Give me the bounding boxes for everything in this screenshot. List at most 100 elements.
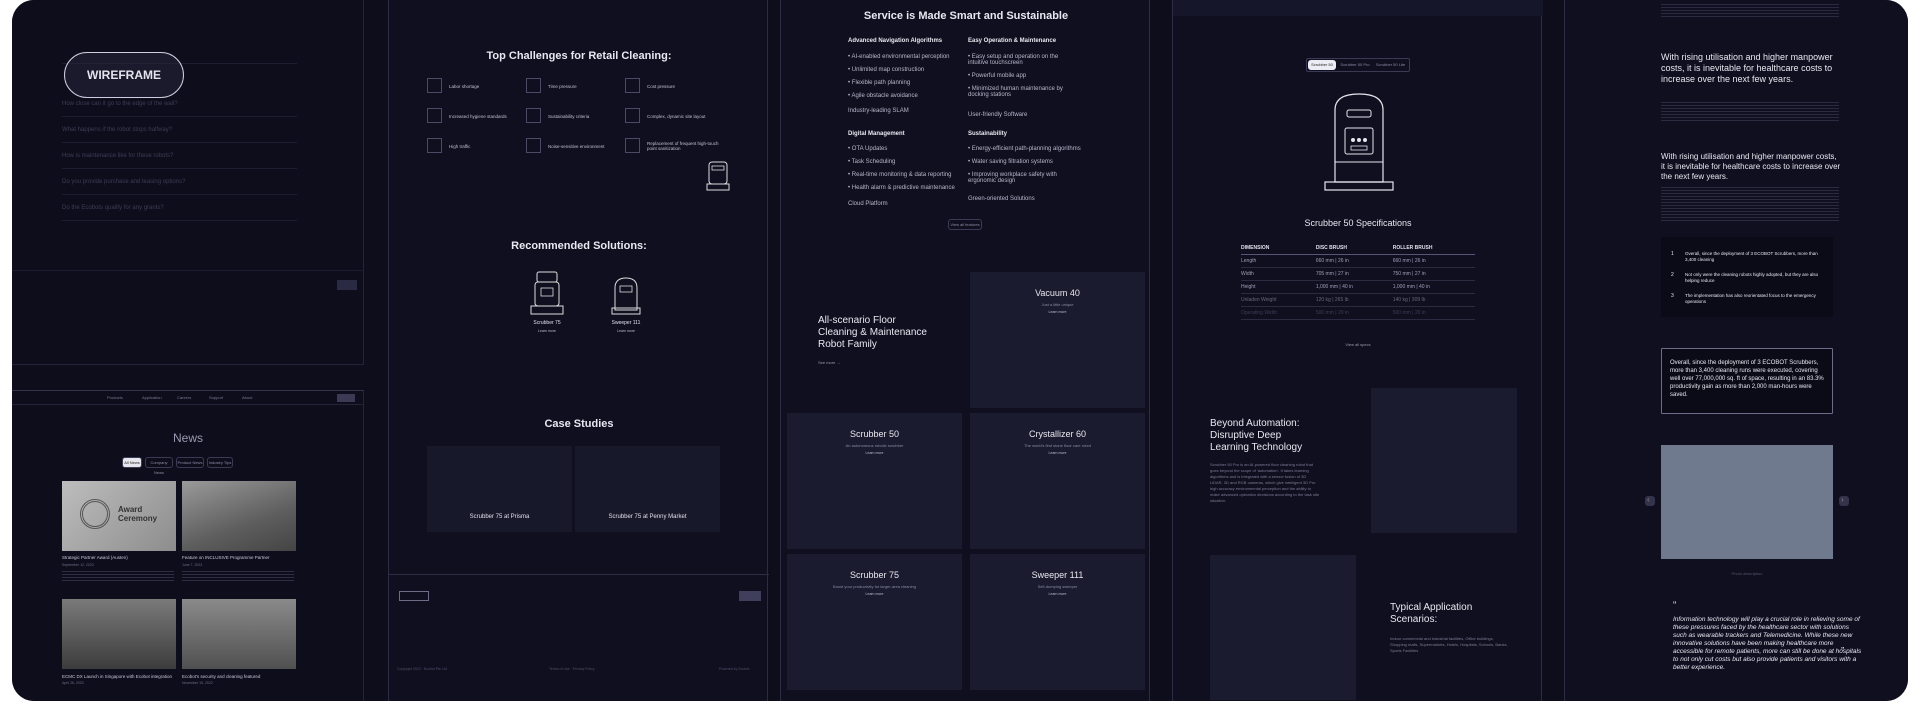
product-card-sweeper-111[interactable]: Sweeper 111 Self-dumping sweeper Learn m… [970, 554, 1145, 690]
faq-news-panel: How close can it go to the edge of the w… [12, 0, 364, 701]
challenge-icon [625, 108, 640, 123]
news-image-ecmc[interactable] [62, 599, 176, 669]
product-link[interactable]: Learn more [787, 592, 962, 596]
challenge-label: Noise-sensitive environment [548, 144, 605, 149]
filter-company-news[interactable]: Company News [145, 457, 173, 475]
tab-scrubber-50-lite[interactable]: Scrubber 50 Lite [1373, 60, 1408, 70]
news-image-security[interactable] [182, 599, 296, 669]
service-panel: Service is Made Smart and Sustainable Ad… [780, 0, 1150, 701]
solution-link[interactable]: Learn more [521, 329, 573, 333]
product-name: Scrubber 50 [849, 429, 900, 439]
spec-cell: Height [1241, 280, 1316, 294]
case-study-card[interactable]: Scrubber 75 at Penny Market [575, 446, 720, 532]
family-title: All-scenario Floor Cleaning & Maintenanc… [818, 315, 927, 350]
news-article-date: November 15, 2022 [182, 681, 213, 685]
product-card-scrubber-50[interactable]: Scrubber 50 An autonomous robotic scrubb… [787, 413, 962, 549]
feature-item: Real-time monitoring & data reporting [848, 172, 963, 178]
product-subtitle: Boost your productivity for larger-area … [833, 584, 916, 589]
filter-all-news[interactable]: All News [122, 457, 142, 468]
news-article-date: April 26, 2023 [62, 681, 84, 685]
nav-support[interactable]: Support [209, 395, 223, 400]
carousel-image [1661, 445, 1833, 559]
faq-question: How is maintenance like for these robots… [62, 153, 174, 159]
faq-item[interactable]: Do the Ecobots qualify for any grants? [62, 199, 297, 221]
highlight-box: Overall, since the deployment of 3 ECOBO… [1661, 348, 1833, 414]
footer-copyright: Copyright 2023 · Ecobot Pte Ltd [397, 667, 447, 671]
product-card-scrubber-75[interactable]: Scrubber 75 Boost your productivity for … [787, 554, 962, 690]
filter-product-news[interactable]: Product News [176, 457, 204, 468]
news-excerpt [62, 571, 174, 581]
list-number: 2 [1671, 272, 1674, 278]
heading-paragraph: With rising utilisation and higher manpo… [1661, 52, 1833, 84]
solution-name: Scrubber 75 [533, 320, 561, 326]
news-image-award[interactable]: Award Ceremony [62, 481, 176, 551]
group-title: Sustainability [968, 131, 1008, 137]
news-article-title[interactable]: Ecobot's security and cleaning featured [182, 674, 260, 679]
challenge-icon [427, 138, 442, 153]
footer-contact-button[interactable] [739, 591, 761, 601]
nav-application[interactable]: Application [142, 395, 162, 400]
nav-products[interactable]: Products [107, 395, 123, 400]
product-link[interactable]: Learn more [970, 310, 1145, 314]
product-link[interactable]: Learn more [970, 451, 1145, 455]
news-excerpt [182, 571, 294, 581]
tab-scrubber-50[interactable]: Scrubber 50 [1308, 60, 1336, 70]
view-specs-link[interactable]: View all specs [1173, 342, 1543, 347]
list-text: The implementation has also reorientated… [1685, 293, 1816, 304]
solution-link[interactable]: Learn more [600, 329, 652, 333]
filter-industry-tips[interactable]: Industry Tips [207, 457, 233, 468]
group-title: Advanced Navigation Algorithms [848, 38, 943, 44]
faq-item[interactable]: What happens if the robot stops halfway? [62, 121, 297, 143]
body-paragraph [1661, 102, 1839, 122]
spec-cell: 120 kg | 265 lb [1315, 293, 1393, 307]
spec-cell: 1,000 mm | 40 in [1315, 280, 1393, 294]
group-tag: Cloud Platform [848, 201, 888, 207]
challenge-label: High traffic [449, 144, 471, 149]
challenge-icon [625, 78, 640, 93]
case-study-label: Scrubber 75 at Prisma [469, 514, 530, 520]
carousel-prev-button[interactable]: ‹ [1645, 495, 1655, 506]
tab-scrubber-50-pro[interactable]: Scrubber 50 Pro [1338, 60, 1372, 70]
group-title: Digital Management [848, 131, 905, 137]
spec-row: Height 1,000 mm | 40 in 1,000 mm | 40 in [1241, 280, 1475, 294]
faq-question: Do the Ecobots qualify for any grants? [62, 205, 164, 211]
nav-careers[interactable]: Careers [177, 395, 191, 400]
beyond-title: Beyond Automation: Disruptive Deep Learn… [1210, 418, 1303, 453]
intro-paragraph [1661, 4, 1839, 18]
footer-cta-button[interactable] [337, 280, 357, 290]
faq-item[interactable]: How close can it go to the edge of the w… [62, 95, 297, 117]
news-article-title[interactable]: ECMC DX Launch in Singapore with Ecobot … [62, 674, 172, 679]
challenge-label: Sustainability criteria [548, 114, 590, 119]
product-card-vacuum-40[interactable]: Vacuum 40 Just a little unique Learn mor… [970, 272, 1145, 408]
product-link[interactable]: Learn more [970, 592, 1145, 596]
nav-about[interactable]: About [242, 395, 252, 400]
challenge-label: Cost pressure [647, 84, 676, 89]
product-card-crystallizer-60[interactable]: Crystallizer 60 The world's first stone … [970, 413, 1145, 549]
nav-cta-button[interactable] [337, 394, 355, 402]
product-link[interactable]: Learn more [787, 451, 962, 455]
carousel-caption: Photo description [1731, 571, 1763, 576]
quote-close-icon: ” [1841, 646, 1845, 657]
family-link[interactable]: See more → [818, 360, 840, 365]
challenge-icon [526, 138, 541, 153]
case-study-card[interactable]: Scrubber 75 at Prisma [427, 446, 572, 532]
feature-item: Task Scheduling [848, 159, 963, 165]
feature-item: Flexible path planning [848, 80, 958, 86]
wireframe-badge: WIREFRAME [64, 52, 184, 98]
faq-item[interactable]: Do you provide purchase and leasing opti… [62, 173, 297, 195]
footer-legal-links[interactable]: Terms of Use · Privacy Policy [549, 667, 595, 671]
feature-item: Energy-efficient path-planning algorithm… [968, 146, 1083, 152]
news-article-title[interactable]: Feature on INCLUSIVE Programme Partner [182, 555, 270, 560]
challenge-label: Complex, dynamic site layout [647, 114, 706, 119]
group-list: Easy setup and operation on the intuitiv… [968, 54, 1063, 105]
spec-cell: Width [1241, 267, 1316, 281]
spec-header: DISC BRUSH [1315, 242, 1393, 255]
news-image-inclusive[interactable] [182, 481, 296, 551]
faq-item[interactable]: How is maintenance like for these robots… [62, 147, 297, 169]
view-features-button[interactable]: View all features [948, 219, 982, 230]
carousel-next-button[interactable]: › [1839, 495, 1849, 506]
group-tag: Green-oriented Solutions [968, 196, 1035, 202]
news-article-title[interactable]: Strategic Partner Award (Austen) [62, 555, 128, 560]
faq-footer [12, 270, 364, 365]
quote-text: Information technology will play a cruci… [1673, 616, 1862, 671]
